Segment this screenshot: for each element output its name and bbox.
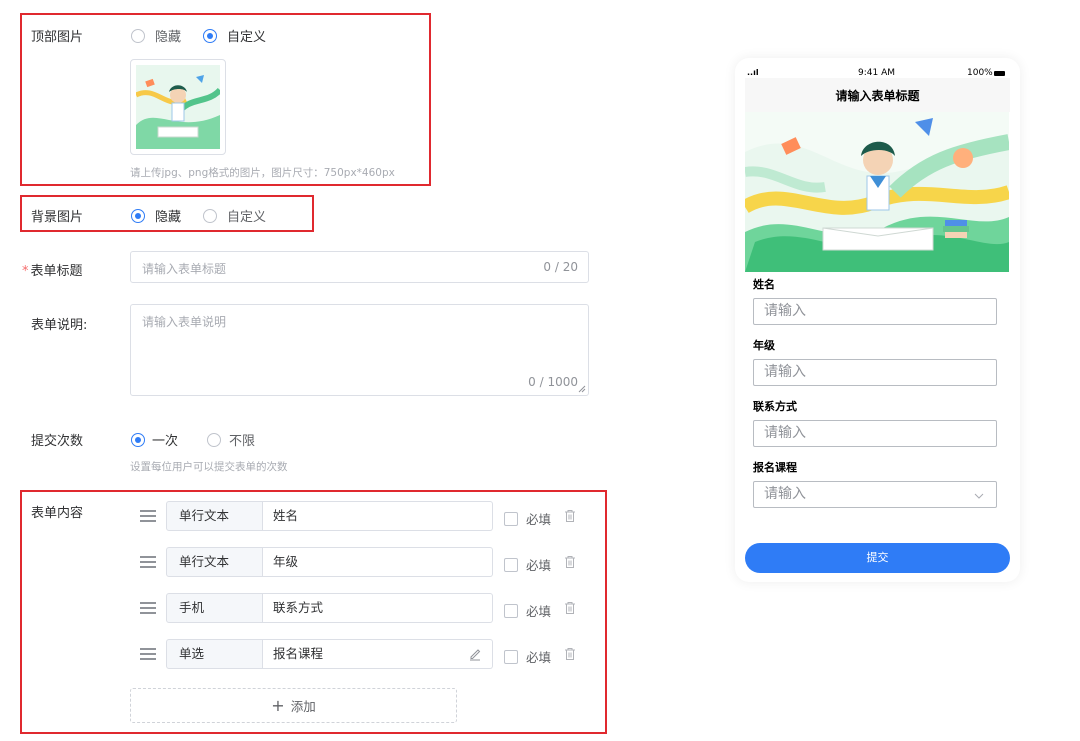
required-label: 必填 <box>526 512 552 527</box>
mobile-preview: ..ıl 9:41 AM 100% 请输入表单标题 姓名 请输入 年级 请输入 … <box>735 58 1020 582</box>
radio-checked-icon <box>131 208 145 223</box>
radio-checked-icon <box>203 28 217 43</box>
field-name-input[interactable]: 联系方式 <box>263 593 493 623</box>
radio-icon <box>203 208 217 223</box>
edit-pencil-icon[interactable] <box>468 647 482 661</box>
preview-submit-button[interactable]: 提交 <box>745 543 1010 573</box>
radio-label: 一次 <box>152 434 179 449</box>
delete-trash-icon[interactable] <box>563 601 577 615</box>
submit-count-hint: 设置每位用户可以提交表单的次数 <box>130 461 288 473</box>
delete-trash-icon[interactable] <box>563 555 577 569</box>
field-type-cell[interactable]: 单行文本 <box>166 501 263 531</box>
required-mark: * <box>22 264 29 279</box>
form-desc-placeholder: 请输入表单说明 <box>142 315 227 329</box>
checkbox-icon <box>504 511 518 526</box>
top-image-custom-radio[interactable]: 自定义 <box>203 26 266 45</box>
form-desc-counter: 0 / 1000 <box>528 375 578 389</box>
resize-handle-icon[interactable] <box>578 385 586 393</box>
required-checkbox[interactable]: 必填 <box>504 509 551 528</box>
top-image-label: 顶部图片 <box>31 30 84 45</box>
preview-select[interactable]: 请输入 <box>753 481 997 508</box>
form-desc-textarea[interactable]: 请输入表单说明 0 / 1000 <box>130 304 589 396</box>
field-name-text: 报名课程 <box>273 646 324 661</box>
add-field-button[interactable]: + 添加 <box>130 688 457 723</box>
submit-once-radio[interactable]: 一次 <box>131 430 178 449</box>
radio-label: 自定义 <box>227 30 267 45</box>
submit-unlimited-radio[interactable]: 不限 <box>207 430 255 449</box>
delete-trash-icon[interactable] <box>563 509 577 523</box>
form-title-input[interactable]: 请输入表单标题 0 / 20 <box>130 251 589 283</box>
field-name-input[interactable]: 年级 <box>263 547 493 577</box>
preview-field-input[interactable]: 请输入 <box>753 298 997 325</box>
checkbox-icon <box>504 557 518 572</box>
required-checkbox[interactable]: 必填 <box>504 555 551 574</box>
battery-level: 100% <box>967 68 993 78</box>
drag-handle-icon[interactable] <box>140 556 156 568</box>
battery-icon <box>994 71 1005 76</box>
checkbox-icon <box>504 649 518 664</box>
chevron-down-icon <box>974 493 984 499</box>
required-label: 必填 <box>526 604 552 619</box>
field-name-input[interactable]: 姓名 <box>263 501 493 531</box>
radio-label: 隐藏 <box>155 30 182 45</box>
plus-icon: + <box>271 696 285 715</box>
preview-field-input[interactable]: 请输入 <box>753 420 997 447</box>
form-title-label-text: 表单标题 <box>30 264 83 279</box>
form-desc-label: 表单说明: <box>31 318 88 333</box>
drag-handle-icon[interactable] <box>140 510 156 522</box>
status-time: 9:41 AM <box>858 68 895 78</box>
preview-field-label: 姓名 <box>753 278 775 291</box>
required-label: 必填 <box>526 650 552 665</box>
form-content-label: 表单内容 <box>31 506 84 521</box>
drag-handle-icon[interactable] <box>140 648 156 660</box>
signal-icon: ..ıl <box>747 68 759 77</box>
radio-label: 隐藏 <box>155 210 182 225</box>
required-label: 必填 <box>526 558 552 573</box>
required-checkbox[interactable]: 必填 <box>504 647 551 666</box>
top-image-hide-radio[interactable]: 隐藏 <box>131 26 181 45</box>
checkbox-icon <box>504 603 518 618</box>
preview-field-label: 联系方式 <box>753 400 797 413</box>
hero-illustration <box>745 112 1009 272</box>
radio-icon <box>207 432 221 447</box>
bg-image-custom-radio[interactable]: 自定义 <box>203 206 266 225</box>
preview-hero-image <box>745 112 1009 272</box>
hero-illustration-thumb <box>134 65 223 149</box>
field-type-cell[interactable]: 单行文本 <box>166 547 263 577</box>
preview-field-label: 年级 <box>753 339 775 352</box>
delete-trash-icon[interactable] <box>563 647 577 661</box>
field-type-cell[interactable]: 手机 <box>166 593 263 623</box>
preview-field-label: 报名课程 <box>753 461 797 474</box>
radio-label: 自定义 <box>227 210 267 225</box>
required-checkbox[interactable]: 必填 <box>504 601 551 620</box>
submit-count-label: 提交次数 <box>31 434 84 449</box>
form-title-placeholder: 请输入表单标题 <box>142 262 227 276</box>
preview-select-placeholder: 请输入 <box>764 486 806 502</box>
status-bar: ..ıl 9:41 AM 100% <box>745 58 1010 78</box>
top-image-hint: 请上传jpg、png格式的图片，图片尺寸：750px*460px <box>130 167 395 179</box>
radio-checked-icon <box>131 432 145 447</box>
radio-icon <box>131 28 145 43</box>
field-name-input[interactable]: 报名课程 <box>263 639 493 669</box>
form-title-label: * 表单标题 <box>22 260 83 279</box>
bg-image-hide-radio[interactable]: 隐藏 <box>131 206 181 225</box>
form-title-counter: 0 / 20 <box>543 260 578 274</box>
add-field-label: 添加 <box>290 699 316 714</box>
preview-field-input[interactable]: 请输入 <box>753 359 997 386</box>
field-type-cell[interactable]: 单选 <box>166 639 263 669</box>
drag-handle-icon[interactable] <box>140 602 156 614</box>
preview-form-title: 请输入表单标题 <box>745 78 1010 112</box>
radio-label: 不限 <box>229 434 256 449</box>
bg-image-label: 背景图片 <box>31 210 84 225</box>
top-image-upload-thumbnail[interactable] <box>130 59 226 155</box>
